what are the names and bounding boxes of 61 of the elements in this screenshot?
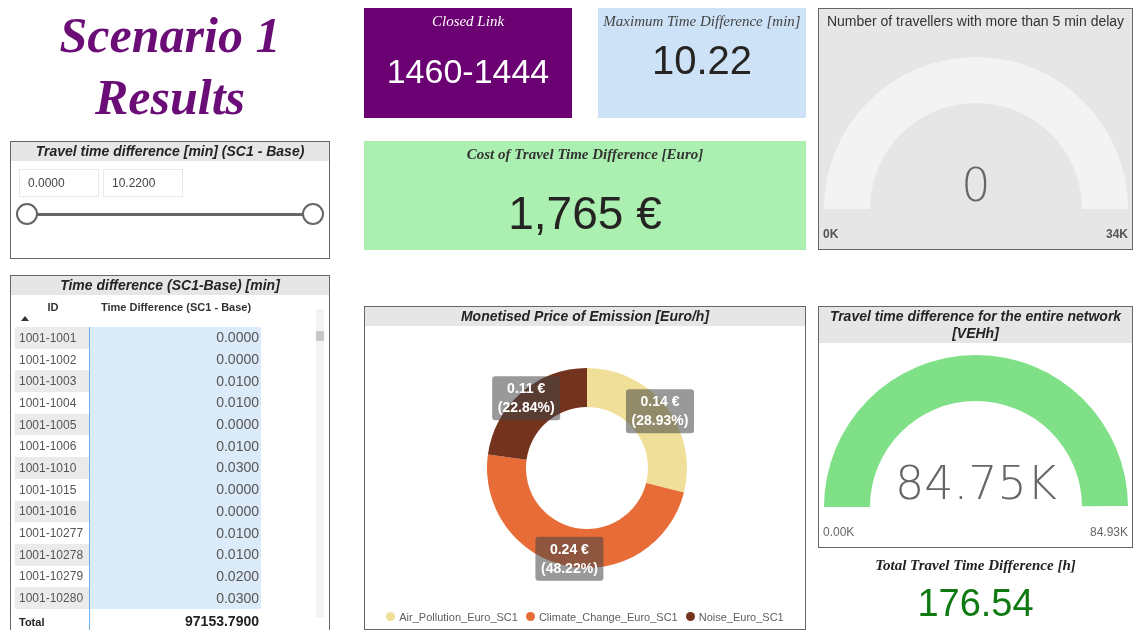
gauge-value: 84.75K [895,456,1057,510]
panel-title: Travel time difference for the entire network [VEHh] [819,307,1132,343]
table-cell: 0.0000 [89,478,261,501]
table-cell: 0.0200 [89,565,261,588]
card-title: Cost of Travel Time Difference [Euro] [466,145,704,163]
gauge-min-label: 0.00K [823,524,855,541]
table-cell: 0.0300 [89,587,261,609]
table-cell: 1001-1015 [15,478,89,501]
column-header[interactable]: Time Difference (SC1 - Base) [93,299,259,316]
total-value: 97153.7900 [89,608,261,630]
table-cell: 1001-10279 [15,565,89,588]
panel-title: Time difference (SC1-Base) [min] [11,276,329,295]
max-input-field[interactable]: 10.2200 [103,169,183,197]
legend-label: Climate_Change_Euro_SC1 [538,609,678,625]
gauge-max-label: 34K [1106,226,1128,243]
legend-label: Noise_Euro_SC1 [698,609,784,625]
table-cell: 0.0300 [89,457,261,479]
card-value: 176.54 [917,581,1034,626]
table-cell: 1001-10280 [15,587,89,609]
scrollbar[interactable] [316,309,324,617]
gauge-max-label: 84.93K [1089,524,1128,541]
table-cell: 1001-1001 [15,327,89,349]
card-title: Maximum Time Difference [min] [603,12,801,30]
data-label: 0.24 € (48.22%) [535,536,604,581]
table-cell: 1001-1004 [15,392,89,414]
column-header[interactable]: ID [19,299,87,316]
table-cell: 1001-1002 [15,348,89,371]
card-value: 1,765 € [508,186,662,241]
table-cell: 0.0100 [89,370,261,393]
table-cell: 0.0000 [89,348,261,371]
table-cell: 1001-1010 [15,457,89,479]
table-cell: 0.0000 [89,327,261,349]
card-value: 10.22 [651,37,753,84]
table-cell: 1001-1003 [15,370,89,393]
panel-title: Number of travellers with more than 5 min delay [825,12,1126,31]
table-cell: 1001-10277 [15,522,89,544]
min-input-field[interactable]: 0.0000 [19,169,99,197]
panel-title: Travel time difference [min] (SC1 - Base) [11,142,329,161]
table-cell: 0.0100 [89,543,261,566]
table-cell: 1001-10278 [15,543,89,566]
table-cell: 0.0100 [89,435,261,458]
table-cell: 1001-1016 [15,500,89,523]
card-title: Total Travel Time Difference [h] [875,556,1076,574]
gauge-min-label: 0K [823,226,839,243]
table-cell: 0.0000 [89,413,261,436]
panel-title: Monetised Price of Emission [Euro/h] [365,307,805,326]
table-cell: 0.0100 [89,522,261,544]
scroll-thumb[interactable] [316,331,324,341]
card-title: Closed Link [431,12,505,30]
slider-handle[interactable] [302,203,324,225]
card-value: 1460-1444 [386,51,550,92]
legend-label: Air_Pollution_Euro_SC1 [399,609,518,625]
slider-handle[interactable] [16,203,38,225]
table-cell: 1001-1006 [15,435,89,458]
table-cell: 1001-1005 [15,413,89,436]
gauge-value: 0 [961,158,991,212]
total-label: Total [15,608,89,630]
data-label: 0.14 € (28.93%) [625,389,694,434]
table-cell: 0.0000 [89,500,261,523]
table-cell: 0.0100 [89,392,261,414]
dashboard-title: Scenario 1 Results [58,6,282,127]
